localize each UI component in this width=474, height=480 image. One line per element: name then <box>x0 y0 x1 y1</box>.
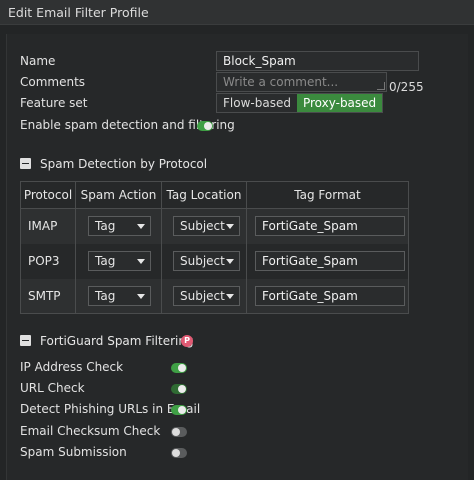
tag-location-select[interactable]: Subject <box>173 216 240 237</box>
flow-based-option[interactable]: Flow-based <box>217 94 297 112</box>
fortiguard-section-header[interactable]: FortiGuard Spam Filtering P <box>20 331 320 351</box>
url-check-toggle[interactable] <box>171 384 187 394</box>
tag-location-select[interactable]: Subject <box>173 285 240 306</box>
name-input[interactable]: Block_Spam <box>216 51 419 71</box>
form-panel: Name Block_Spam Comments Write a comment… <box>6 34 468 480</box>
chevron-down-icon <box>137 224 145 230</box>
protocol-section-title: Spam Detection by Protocol <box>40 157 208 171</box>
protocol-name: POP3 <box>20 243 76 279</box>
table-row: SMTP Tag Subject FortiGate_Spam <box>20 278 409 314</box>
window-title: Edit Email Filter Profile <box>0 0 474 25</box>
toggle-knob <box>204 122 212 130</box>
tag-location-select[interactable]: Subject <box>173 251 240 271</box>
email-checksum-toggle[interactable] <box>171 427 187 437</box>
feature-set-label: Feature set <box>20 96 88 110</box>
protocol-section-header[interactable]: Spam Detection by Protocol <box>20 154 320 174</box>
resize-handle-icon[interactable] <box>377 82 385 90</box>
comments-textarea[interactable]: Write a comment... <box>216 72 387 92</box>
fortiguard-section-title: FortiGuard Spam Filtering <box>40 334 194 348</box>
toggle-knob <box>172 428 180 436</box>
url-check-label: URL Check <box>20 381 85 395</box>
select-value: Tag <box>95 219 116 234</box>
detect-phishing-toggle[interactable] <box>171 405 187 415</box>
select-value: Tag <box>95 288 116 303</box>
comments-counter: 0/255 <box>389 80 424 94</box>
select-value: Tag <box>95 254 116 268</box>
tag-format-input[interactable]: FortiGate_Spam <box>255 285 405 306</box>
spam-action-select[interactable]: Tag <box>88 251 151 271</box>
email-checksum-label: Email Checksum Check <box>20 424 161 438</box>
table-row: POP3 Tag Subject FortiGate_Spam <box>20 243 409 279</box>
column-header-tag-format: Tag Format <box>246 181 409 209</box>
chevron-down-icon <box>226 293 234 299</box>
toggle-knob <box>178 406 186 414</box>
name-label: Name <box>20 54 56 68</box>
tag-format-input[interactable]: FortiGate_Spam <box>255 216 405 237</box>
column-header-protocol: Protocol <box>20 181 76 209</box>
comments-placeholder: Write a comment... <box>223 75 339 89</box>
enable-spam-toggle[interactable] <box>197 121 213 131</box>
protocol-name: IMAP <box>20 208 76 244</box>
protocol-name: SMTP <box>20 278 76 314</box>
chevron-down-icon <box>226 259 234 264</box>
select-value: Subject <box>180 219 225 234</box>
spam-submission-label: Spam Submission <box>20 445 127 459</box>
protocol-table: Protocol Spam Action Tag Location Tag Fo… <box>20 181 409 314</box>
chevron-down-icon <box>226 224 234 230</box>
toggle-knob <box>178 364 186 372</box>
chevron-down-icon <box>137 259 145 264</box>
column-header-spam-action: Spam Action <box>75 181 162 209</box>
proxy-based-option[interactable]: Proxy-based <box>296 94 383 112</box>
collapse-minus-icon[interactable] <box>20 158 31 169</box>
table-row: IMAP Tag Subject FortiGate_Spam <box>20 208 409 244</box>
collapse-minus-icon[interactable] <box>20 335 31 346</box>
ip-address-check-label: IP Address Check <box>20 360 124 374</box>
spam-action-select[interactable]: Tag <box>88 216 151 237</box>
toggle-knob <box>178 385 186 393</box>
proxy-badge-icon: P <box>181 335 193 347</box>
spam-submission-toggle[interactable] <box>171 448 187 458</box>
comments-label: Comments <box>20 75 86 89</box>
tag-format-input[interactable]: FortiGate_Spam <box>255 251 405 271</box>
select-value: Subject <box>180 288 225 303</box>
spam-action-select[interactable]: Tag <box>88 285 151 306</box>
chevron-down-icon <box>137 293 145 299</box>
select-value: Subject <box>180 254 225 268</box>
feature-set-toggle: Flow-based Proxy-based <box>216 93 384 113</box>
column-header-tag-location: Tag Location <box>161 181 247 209</box>
ip-address-check-toggle[interactable] <box>171 363 187 373</box>
toggle-knob <box>172 449 180 457</box>
